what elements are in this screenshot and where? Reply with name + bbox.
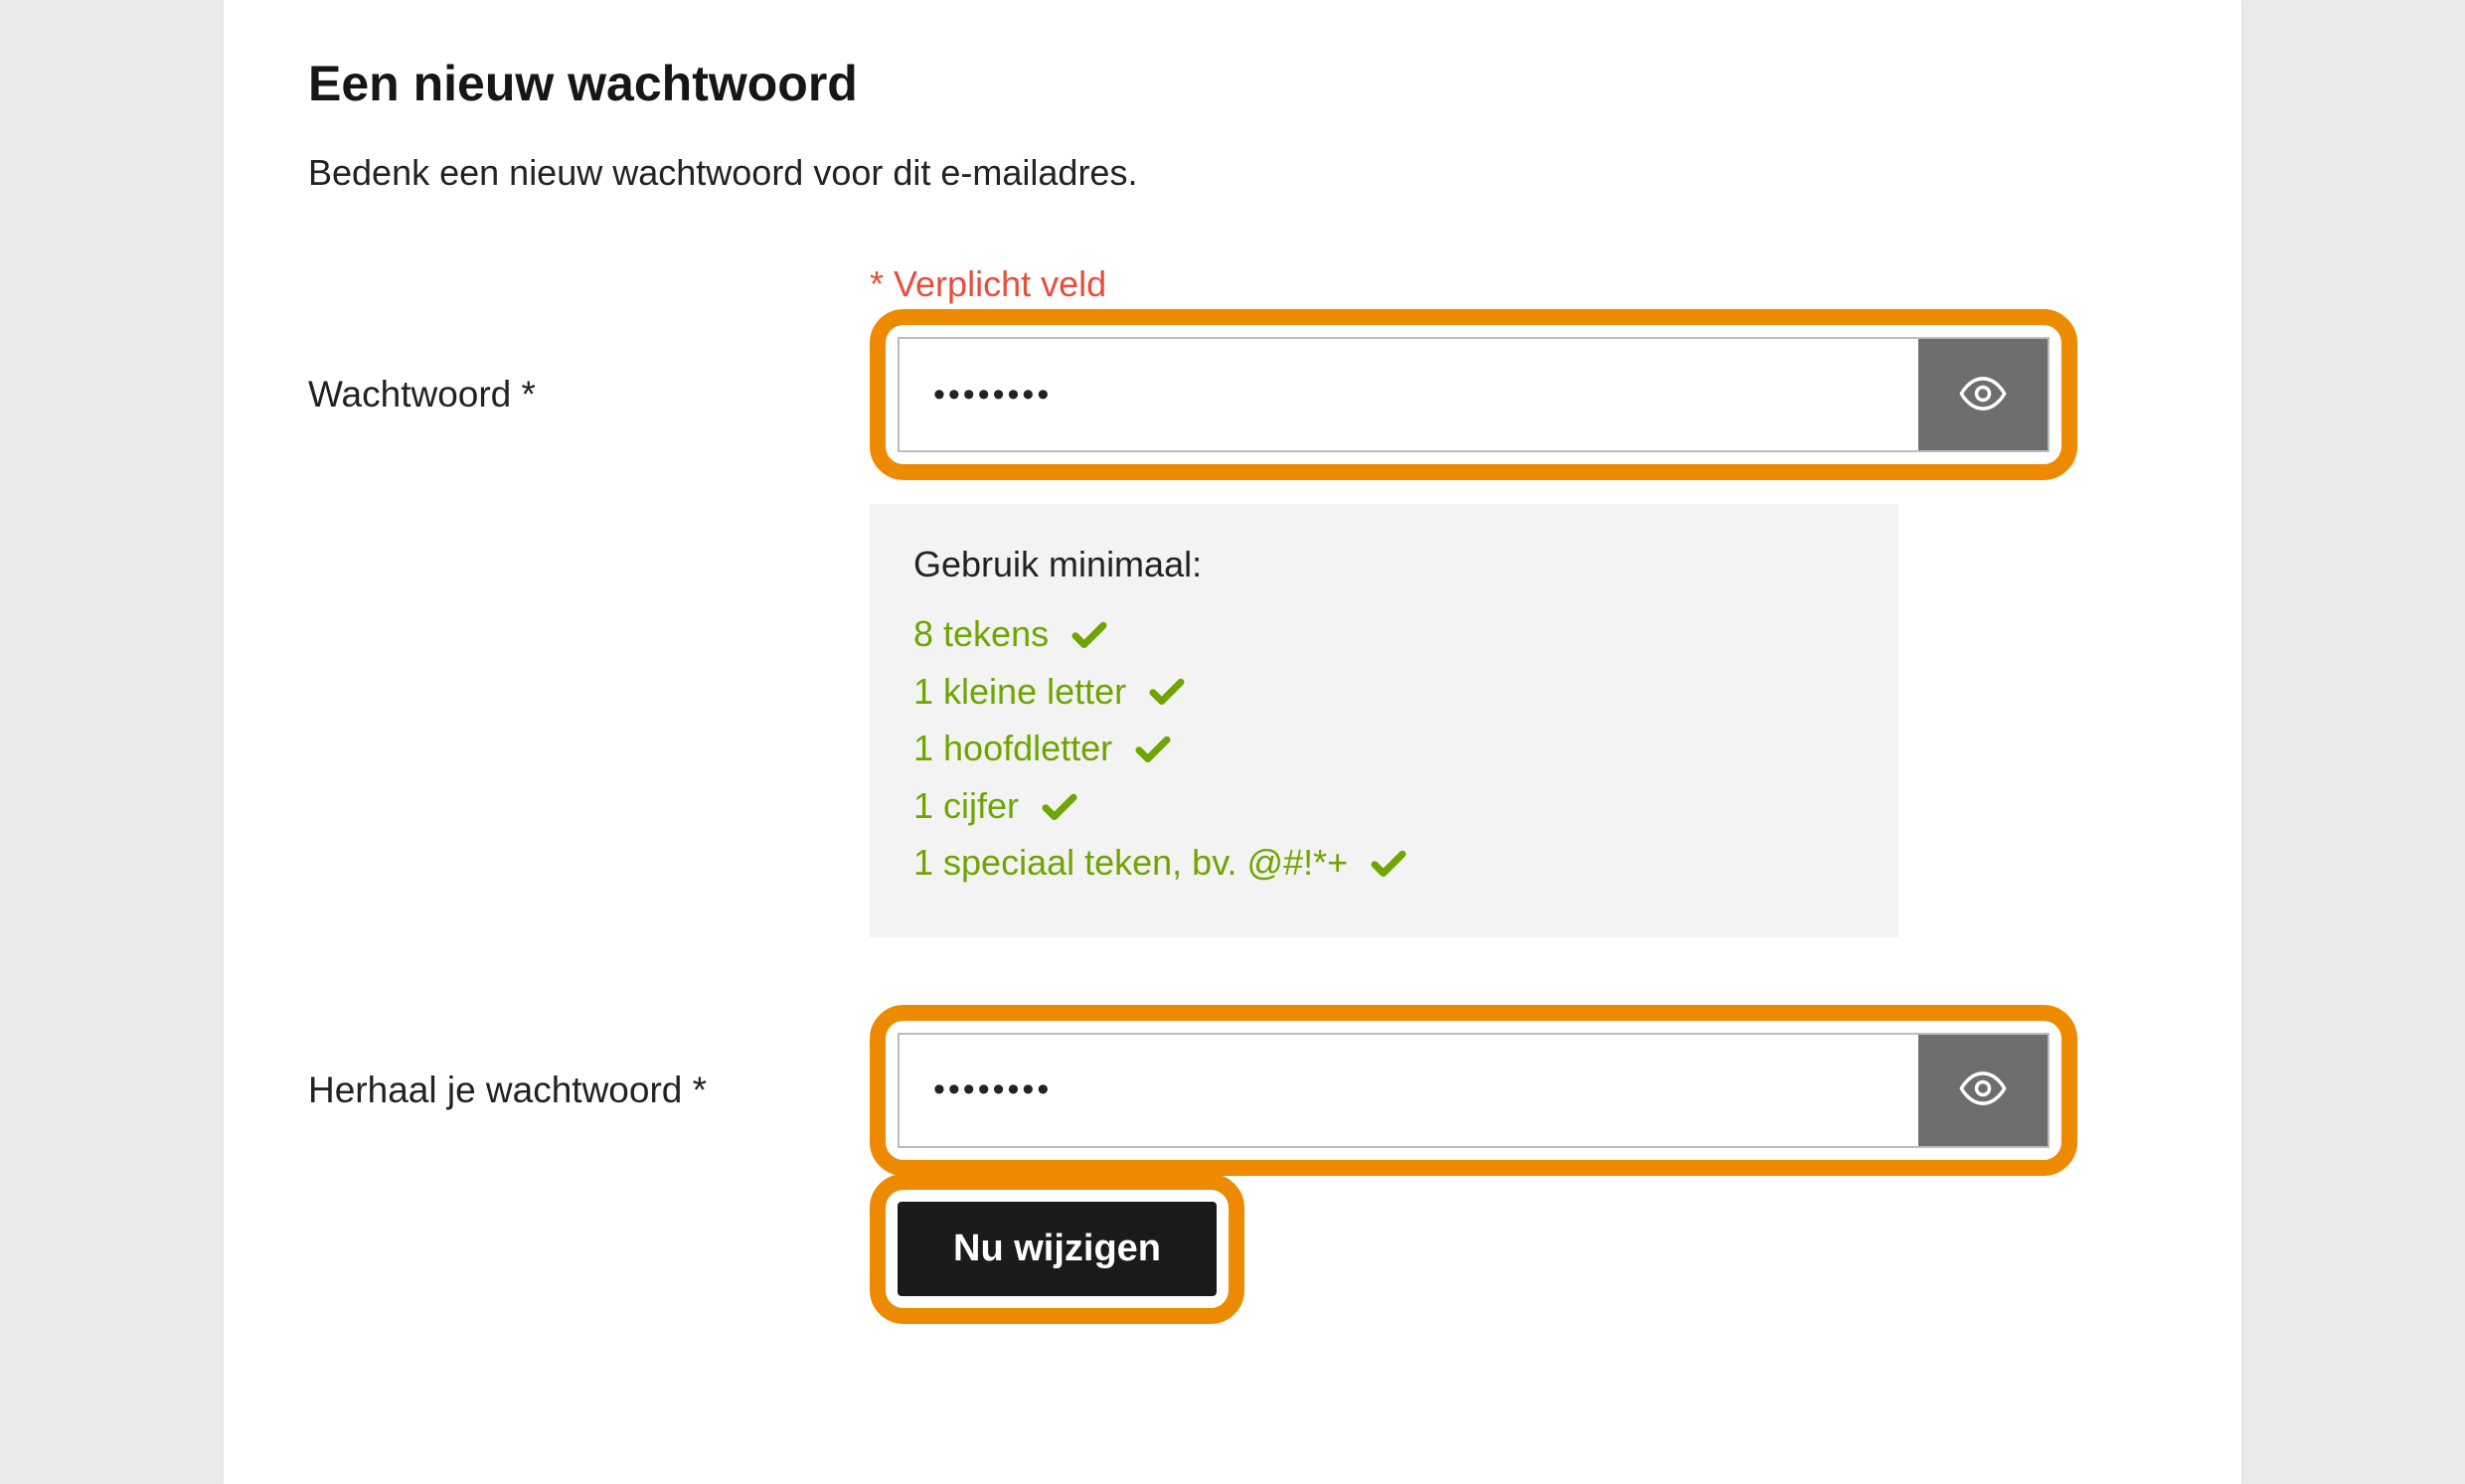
requirement-text: 8 tekens (913, 605, 1049, 663)
toggle-repeat-password-visibility-button[interactable] (1918, 1035, 2048, 1146)
requirement-item: 1 speciaal teken, bv. @#!*+ (913, 834, 1855, 892)
check-icon (1068, 613, 1110, 655)
form-area: * Verplicht veld Wachtwoord * (308, 263, 2157, 1324)
check-icon (1146, 670, 1188, 712)
requirements-heading: Gebruik minimaal: (913, 544, 1855, 585)
check-icon (1368, 842, 1409, 884)
eye-icon (1957, 1063, 2009, 1117)
repeat-password-highlight (870, 1005, 2077, 1176)
repeat-password-label: Herhaal je wachtwoord * (308, 1070, 707, 1110)
eye-icon (1957, 368, 2009, 422)
password-input-group (898, 337, 2050, 452)
password-form-card: Een nieuw wachtwoord Bedenk een nieuw wa… (224, 0, 2241, 1484)
password-highlight (870, 309, 2077, 480)
check-icon (1132, 728, 1174, 769)
password-requirements-box: Gebruik minimaal: 8 tekens 1 kleine lett… (870, 504, 1898, 937)
page-subtitle: Bedenk een nieuw wachtwoord voor dit e-m… (308, 152, 2157, 194)
submit-highlight: Nu wijzigen (870, 1174, 1244, 1324)
requirement-item: 1 kleine letter (913, 663, 1855, 721)
password-input[interactable] (900, 339, 1918, 450)
repeat-password-input[interactable] (900, 1035, 1918, 1146)
check-icon (1039, 785, 1080, 827)
requirement-text: 1 hoofdletter (913, 720, 1112, 777)
submit-button[interactable]: Nu wijzigen (898, 1202, 1217, 1296)
toggle-password-visibility-button[interactable] (1918, 339, 2048, 450)
repeat-password-row: Herhaal je wachtwoord * (308, 1005, 2157, 1176)
requirement-text: 1 cijfer (913, 777, 1019, 835)
requirement-text: 1 kleine letter (913, 663, 1126, 721)
required-field-note: * Verplicht veld (870, 263, 1106, 304)
requirements-list: 8 tekens 1 kleine letter 1 (913, 605, 1855, 892)
submit-row: Nu wijzigen (308, 1174, 2157, 1324)
requirement-item: 1 hoofdletter (913, 720, 1855, 777)
page-title: Een nieuw wachtwoord (308, 55, 2157, 112)
requirement-item: 1 cijfer (913, 777, 1855, 835)
password-label: Wachtwoord * (308, 374, 536, 414)
requirement-item: 8 tekens (913, 605, 1855, 663)
repeat-password-input-group (898, 1033, 2050, 1148)
password-row: Wachtwoord * (308, 309, 2157, 480)
requirement-text: 1 speciaal teken, bv. @#!*+ (913, 834, 1348, 892)
